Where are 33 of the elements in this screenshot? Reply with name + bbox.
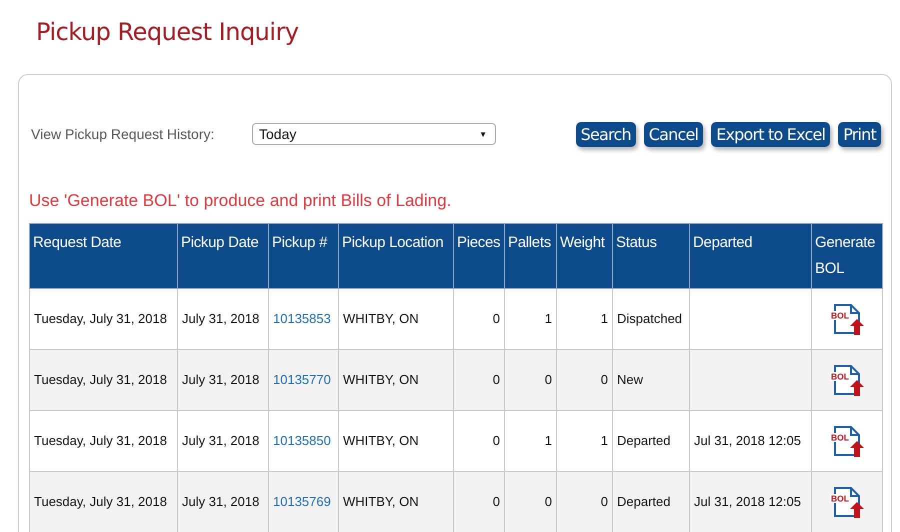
- history-dropdown[interactable]: Today ▼: [252, 123, 496, 145]
- table-cell: 0: [454, 350, 504, 410]
- table-cell: 0: [556, 472, 612, 532]
- table-cell: Jul 31, 2018 12:05: [690, 472, 812, 532]
- history-label: View Pickup Request History:: [30, 126, 216, 142]
- table-cell: 0: [504, 350, 556, 410]
- action-button[interactable]: Export to Excel: [711, 122, 830, 146]
- column-header: Status: [612, 224, 690, 288]
- table-cell: Departed: [612, 472, 690, 532]
- table-cell: July 31, 2018: [178, 472, 268, 532]
- bol-instruction: Use 'Generate BOL' to produce and print Bills of Lading.: [29, 191, 452, 211]
- column-header: Pickup #: [268, 224, 338, 288]
- column-header: Generate BOL: [812, 224, 882, 288]
- action-button[interactable]: Cancel: [644, 122, 704, 146]
- column-header: Weight: [556, 224, 612, 288]
- action-button[interactable]: Print: [838, 122, 881, 146]
- table-cell: WHITBY, ON: [338, 350, 454, 410]
- column-header: Departed: [690, 224, 812, 288]
- table-cell: July 31, 2018: [178, 350, 268, 410]
- column-header: Request Date: [30, 224, 178, 288]
- column-header: Pickup Date: [178, 224, 268, 288]
- table-cell: Tuesday, July 31, 2018: [30, 350, 178, 410]
- column-header: Pickup Location: [338, 224, 454, 288]
- table-cell: New: [612, 350, 690, 410]
- table-cell: 0: [556, 350, 612, 410]
- table-cell: 0: [454, 472, 504, 532]
- column-header: Pieces: [454, 224, 504, 288]
- table-cell: WHITBY, ON: [338, 472, 454, 532]
- column-header: Pallets: [504, 224, 556, 288]
- table-cell: Tuesday, July 31, 2018: [30, 472, 178, 532]
- page-title: Pickup Request Inquiry: [35, 17, 300, 48]
- action-button[interactable]: Search: [576, 122, 636, 146]
- table-cell: 0: [504, 472, 556, 532]
